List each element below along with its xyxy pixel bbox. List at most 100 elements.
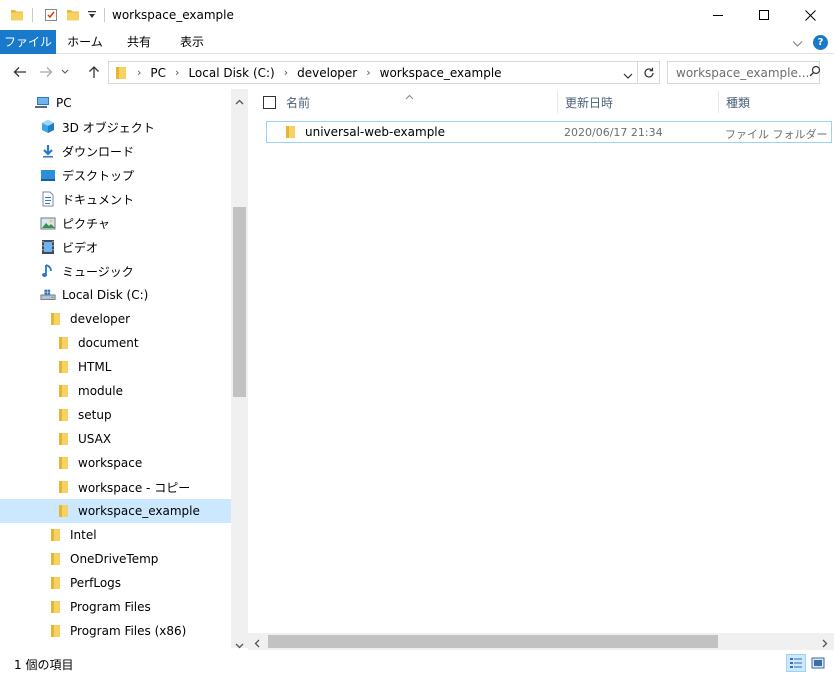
- breadcrumb-developer[interactable]: developer: [297, 66, 357, 80]
- nav-scrollbar-thumb[interactable]: [233, 207, 246, 397]
- nav-tree-label: デスクトップ: [62, 168, 135, 183]
- properties-icon[interactable]: [44, 8, 58, 25]
- nav-tree-item[interactable]: Intel: [0, 523, 231, 547]
- back-button[interactable]: [10, 63, 30, 81]
- sort-ascending-icon: [405, 89, 414, 103]
- nav-tree-item[interactable]: setup: [0, 403, 231, 427]
- desktop-icon: [40, 167, 56, 183]
- folder-icon: [56, 407, 72, 423]
- help-icon[interactable]: ?: [813, 35, 828, 50]
- ribbon-expand-icon[interactable]: [792, 37, 803, 51]
- nav-tree-label: Local Disk (C:): [62, 288, 149, 302]
- breadcrumb-local-disk[interactable]: Local Disk (C:): [188, 66, 274, 80]
- breadcrumb-workspace-example[interactable]: workspace_example: [380, 66, 502, 80]
- breadcrumb-pc[interactable]: PC: [150, 66, 166, 80]
- nav-tree-label: 3D オブジェクト: [62, 120, 155, 135]
- folder-icon: [48, 551, 64, 567]
- nav-tree-item[interactable]: ビデオ: [0, 235, 231, 259]
- up-button[interactable]: [84, 63, 104, 81]
- nav-tree-label: workspace_example: [78, 504, 200, 518]
- column-name-label: 名前: [286, 95, 311, 110]
- nav-tree-item[interactable]: PC: [0, 91, 231, 115]
- folder-icon: [285, 125, 297, 142]
- details-view-button[interactable]: [786, 654, 806, 672]
- quick-access-dropdown-icon[interactable]: [87, 9, 97, 23]
- column-header-modified[interactable]: 更新日時: [565, 89, 715, 115]
- breadcrumb-separator[interactable]: ›: [137, 66, 141, 79]
- ribbon-tabs: ファイル ホーム 共有 表示 ?: [0, 30, 834, 54]
- nav-tree-item[interactable]: workspace - コピー: [0, 475, 231, 499]
- refresh-button[interactable]: [638, 61, 660, 84]
- nav-tree-item[interactable]: ドキュメント: [0, 187, 231, 211]
- column-type-label: 種類: [726, 95, 751, 110]
- nav-tree-item[interactable]: workspace: [0, 451, 231, 475]
- large-icons-view-button[interactable]: [808, 654, 828, 672]
- folder-icon: [48, 527, 64, 543]
- nav-tree-item[interactable]: ダウンロード: [0, 139, 231, 163]
- nav-tree-label: USAX: [78, 432, 112, 446]
- recent-locations-button[interactable]: [58, 63, 72, 81]
- back-arrow-icon: [13, 67, 26, 77]
- pc-icon: [34, 95, 50, 111]
- pictures-icon: [40, 215, 56, 231]
- search-icon: [809, 65, 821, 80]
- breadcrumb-separator[interactable]: ›: [284, 66, 288, 79]
- column-modified-label: 更新日時: [565, 95, 614, 110]
- maximize-button[interactable]: [741, 0, 787, 30]
- nav-tree-item[interactable]: module: [0, 379, 231, 403]
- minimize-button[interactable]: [695, 0, 741, 30]
- close-button[interactable]: [787, 0, 833, 30]
- nav-tree-label: workspace: [78, 456, 143, 470]
- nav-tree-item[interactable]: Program Files (x86): [0, 619, 231, 643]
- column-header-name[interactable]: 名前: [286, 89, 556, 115]
- window-title: workspace_example: [112, 8, 234, 22]
- nav-tree-item[interactable]: PerfLogs: [0, 571, 231, 595]
- content-scrollbar-thumb[interactable]: [268, 635, 718, 648]
- nav-tree-item[interactable]: HTML: [0, 355, 231, 379]
- scroll-right-icon[interactable]: [822, 637, 828, 651]
- tab-share[interactable]: 共有: [114, 30, 164, 54]
- tab-view[interactable]: 表示: [166, 30, 218, 54]
- nav-tree-item[interactable]: workspace_example: [0, 499, 231, 523]
- nav-tree-item[interactable]: 3D オブジェクト: [0, 115, 231, 139]
- nav-tree-item[interactable]: ミュージック: [0, 259, 231, 283]
- nav-tree-item[interactable]: Local Disk (C:): [0, 283, 231, 307]
- address-dropdown-icon[interactable]: [623, 69, 633, 83]
- scroll-left-icon[interactable]: [254, 637, 260, 651]
- nav-tree-item[interactable]: OneDriveTemp: [0, 547, 231, 571]
- nav-tree-item[interactable]: ピクチャ: [0, 211, 231, 235]
- breadcrumb-separator[interactable]: ›: [366, 66, 370, 79]
- nav-tree-item[interactable]: developer: [0, 307, 231, 331]
- nav-tree-label: OneDriveTemp: [70, 552, 159, 566]
- folder-icon: [10, 8, 24, 25]
- nav-tree-item[interactable]: Program Files: [0, 595, 231, 619]
- address-bar[interactable]: › PC › Local Disk (C:) › developer › wor…: [108, 61, 638, 84]
- folder-icon: [48, 623, 64, 639]
- nav-tree-item[interactable]: USAX: [0, 427, 231, 451]
- nav-tree-label: PerfLogs: [70, 576, 122, 590]
- tab-home[interactable]: ホーム: [58, 30, 112, 54]
- nav-tree-label: Intel: [70, 528, 97, 542]
- navigation-pane: PC 3D オブジェクトダウンロードデスクトップドキュメントピクチャビデオミュージ…: [0, 89, 231, 648]
- search-input[interactable]: workspace_example...: [676, 66, 809, 80]
- nav-tree-label: ビデオ: [62, 240, 99, 255]
- nav-scrollbar[interactable]: [231, 89, 248, 649]
- file-type: ファイル フォルダー: [725, 128, 828, 141]
- scroll-up-icon[interactable]: [235, 94, 244, 108]
- folder-icon: [48, 575, 64, 591]
- nav-tree-item[interactable]: document: [0, 331, 231, 355]
- forward-button[interactable]: [36, 63, 56, 81]
- search-box[interactable]: workspace_example...: [667, 61, 821, 84]
- select-all-checkbox[interactable]: [263, 96, 276, 109]
- breadcrumb-separator[interactable]: ›: [175, 66, 179, 79]
- column-divider[interactable]: [557, 91, 558, 113]
- column-divider[interactable]: [718, 91, 719, 113]
- nav-tree-label: ピクチャ: [62, 216, 110, 231]
- content-horizontal-scrollbar[interactable]: [248, 633, 834, 650]
- column-header-type[interactable]: 種類: [726, 89, 826, 115]
- tab-file[interactable]: ファイル: [0, 30, 56, 54]
- folder-icon: [56, 335, 72, 351]
- nav-tree-item[interactable]: デスクトップ: [0, 163, 231, 187]
- file-row[interactable]: universal-web-example 2020/06/17 21:34 フ…: [266, 121, 832, 143]
- new-folder-icon[interactable]: [66, 8, 80, 25]
